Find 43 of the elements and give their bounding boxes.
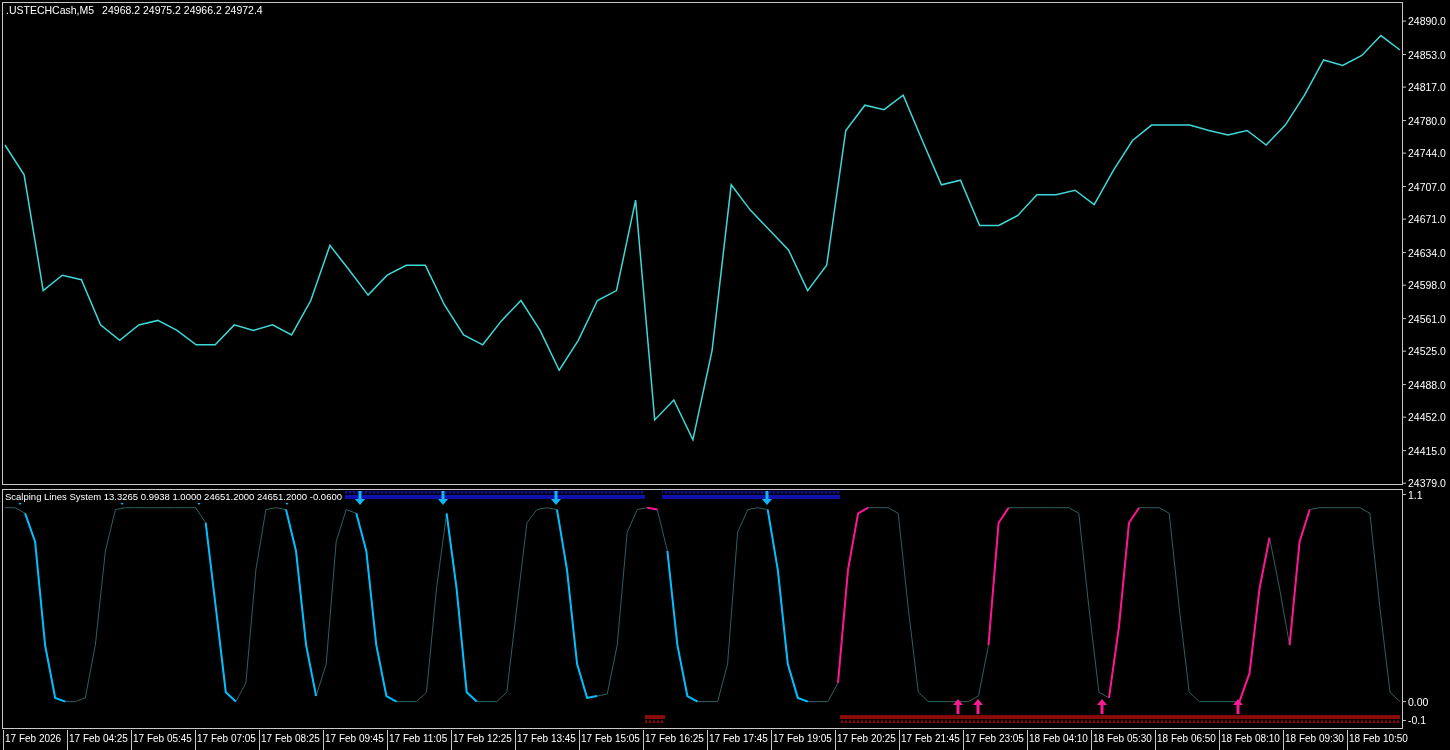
symbol-label: .USTECHCash,M5 [6, 4, 95, 17]
price-axis-label: 24780.0 [1408, 114, 1446, 127]
time-axis-label: 17 Feb 21:45 [899, 730, 963, 750]
oscillator-axis-label: 0.00 [1408, 695, 1429, 708]
oscillator-axis-label: 1.1 [1408, 488, 1423, 501]
time-axis-label: 17 Feb 19:05 [771, 730, 835, 750]
price-axis-label: 24525.0 [1408, 345, 1446, 358]
time-axis-label: 17 Feb 13:45 [515, 730, 579, 750]
price-axis-label: 24707.0 [1408, 180, 1446, 193]
time-axis-label: 17 Feb 04:25 [67, 730, 131, 750]
indicator-label: Scalping Lines System 13.3265 0.9938 1.0000 24651.2000 24651.2000 -0.0600 [5, 490, 342, 503]
price-axis-label: 24561.0 [1408, 312, 1446, 325]
price-axis-label: 24415.0 [1408, 444, 1446, 457]
time-axis-label: 18 Feb 08:10 [1219, 730, 1283, 750]
time-axis-label: 17 Feb 08:25 [259, 730, 323, 750]
time-axis-label: 17 Feb 07:05 [195, 730, 259, 750]
price-axis-label: 24634.0 [1408, 246, 1446, 259]
oscillator-axis-label: -0.1 [1408, 714, 1427, 727]
time-axis-label: 18 Feb 06:50 [1155, 730, 1219, 750]
price-axis-label: 24744.0 [1408, 147, 1446, 160]
price-axis-label: 24890.0 [1408, 15, 1446, 28]
time-axis-label: 17 Feb 11:05 [387, 730, 451, 750]
time-axis-label: 17 Feb 17:45 [707, 730, 771, 750]
time-axis-label: 17 Feb 15:05 [579, 730, 643, 750]
time-axis-label: 17 Feb 12:25 [451, 730, 515, 750]
price-axis-label: 24452.0 [1408, 411, 1446, 424]
time-axis-label: 18 Feb 09:30 [1283, 730, 1347, 750]
time-axis-label: 17 Feb 16:25 [643, 730, 707, 750]
price-axis-label: 24598.0 [1408, 279, 1446, 292]
time-axis-label: 17 Feb 05:45 [131, 730, 195, 750]
time-axis-label: 17 Feb 2026 [3, 730, 67, 750]
price-axis-label: 24817.0 [1408, 81, 1446, 94]
time-axis-label: 18 Feb 05:30 [1091, 730, 1155, 750]
price-axis-label: 24671.0 [1408, 213, 1446, 226]
time-axis-label: 18 Feb 04:10 [1027, 730, 1091, 750]
time-axis-label: 17 Feb 23:05 [963, 730, 1027, 750]
price-axis-label: 24488.0 [1408, 378, 1446, 391]
price-axis-label: 24379.0 [1408, 477, 1446, 487]
price-axis-label: 24853.0 [1408, 48, 1446, 61]
time-axis-label: 17 Feb 20:25 [835, 730, 899, 750]
time-axis-label: 18 Feb 10:50 [1347, 730, 1411, 750]
time-axis-label: 17 Feb 09:45 [323, 730, 387, 750]
quote-values: 24968.2 24975.2 24966.2 24972.4 [102, 4, 263, 17]
